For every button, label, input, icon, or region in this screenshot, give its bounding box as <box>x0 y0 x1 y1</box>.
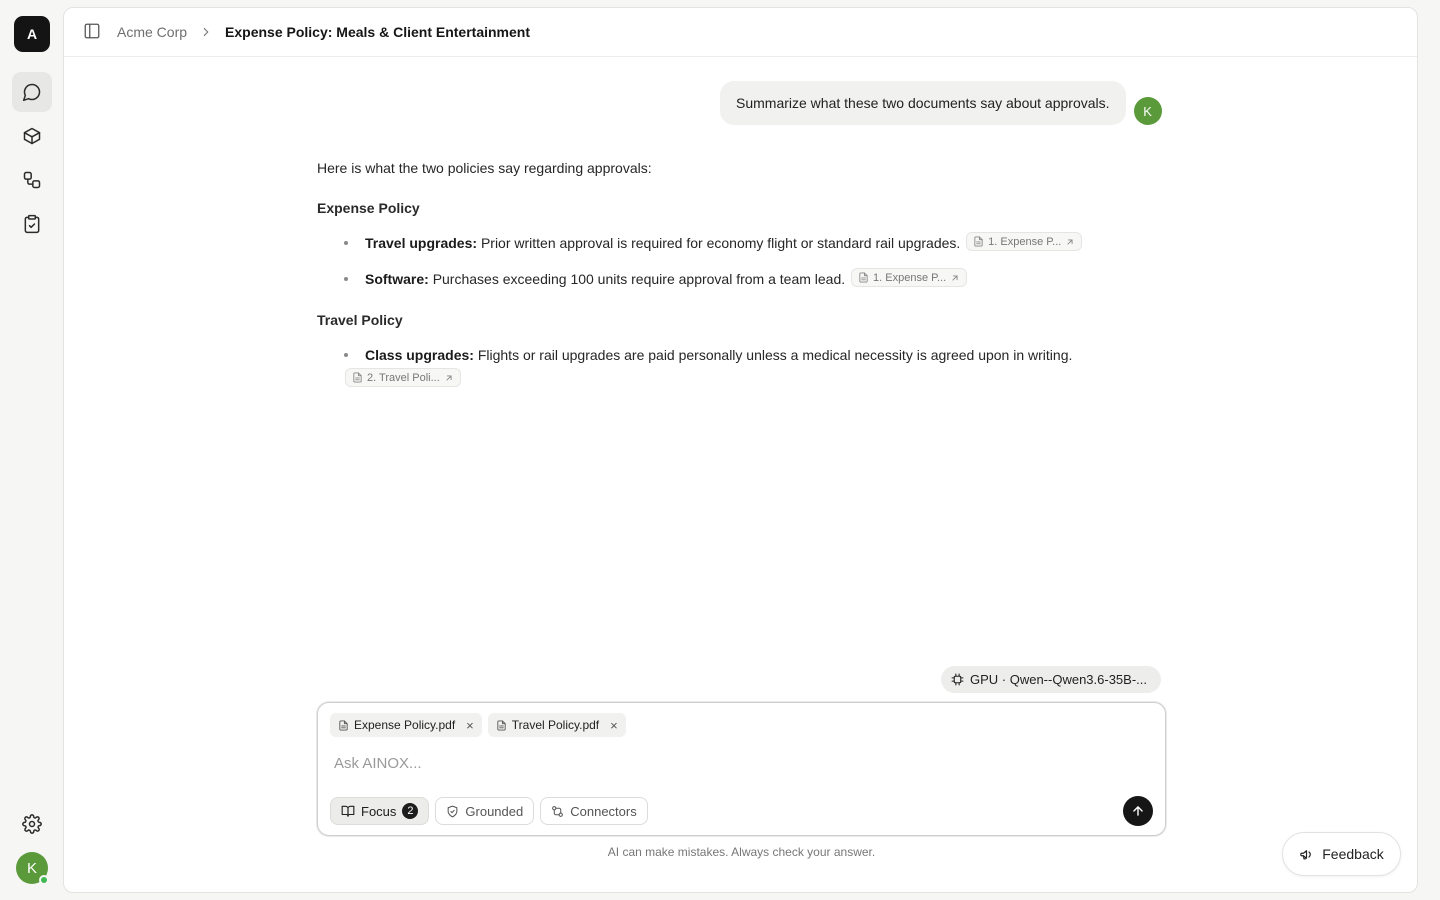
answer-section-heading: Travel Policy <box>317 312 403 328</box>
attachment-list: Expense Policy.pdf × Travel Policy.pdf × <box>330 713 626 737</box>
connectors-icon <box>551 805 564 818</box>
page-title: Expense Policy: Meals & Client Entertain… <box>225 24 531 40</box>
model-selector-chip[interactable]: GPU · Qwen--Qwen3.6-35B-... <box>941 666 1161 693</box>
arrow-up-right-icon <box>950 273 960 283</box>
shield-check-icon <box>446 805 459 818</box>
user-message-bubble: Summarize what these two documents say a… <box>720 81 1126 125</box>
item-text: Purchases exceeding 100 units require ap… <box>432 271 846 287</box>
item-label: Class upgrades: <box>365 347 474 363</box>
cube-icon <box>22 126 42 146</box>
list-item: Class upgrades: Flights or rail upgrades… <box>317 344 1177 390</box>
document-icon <box>352 372 363 383</box>
focus-button[interactable]: Focus 2 <box>330 797 430 825</box>
breadcrumb-org[interactable]: Acme Corp <box>117 24 187 40</box>
arrow-up-right-icon <box>444 373 454 383</box>
gear-icon <box>22 814 42 834</box>
citation-label: 1. Expense P... <box>988 235 1062 248</box>
megaphone-icon <box>1299 847 1314 862</box>
answer-list: Travel upgrades: Prior written approval … <box>317 232 1177 290</box>
send-button[interactable] <box>1123 796 1153 826</box>
grounded-button[interactable]: Grounded <box>435 797 535 825</box>
composer-tools: Focus 2 Grounded Connectors <box>330 797 648 825</box>
chevron-right-icon <box>199 25 213 39</box>
rail-tasks-button[interactable] <box>12 204 52 244</box>
left-rail: A K <box>0 0 64 900</box>
attachment-chip: Travel Policy.pdf × <box>487 713 626 737</box>
item-label: Software: <box>365 271 429 287</box>
remove-attachment-icon[interactable]: × <box>610 718 618 733</box>
list-item: Software: Purchases exceeding 100 units … <box>317 268 1177 290</box>
user-message-row: Summarize what these two documents say a… <box>720 81 1162 125</box>
chat-input[interactable] <box>334 751 1114 775</box>
connectors-label: Connectors <box>570 803 637 819</box>
chat-bubble-icon <box>22 82 42 102</box>
model-label: GPU · Qwen--Qwen3.6-35B-... <box>970 672 1147 687</box>
document-icon <box>338 719 349 731</box>
citation-label: 1. Expense P... <box>873 271 947 284</box>
sidebar-toggle-icon[interactable] <box>83 22 103 42</box>
list-item: Travel upgrades: Prior written approval … <box>317 232 1177 254</box>
answer-section-heading: Expense Policy <box>317 200 420 216</box>
remove-attachment-icon[interactable]: × <box>466 718 474 733</box>
document-icon <box>858 272 869 283</box>
feedback-label: Feedback <box>1322 846 1384 862</box>
rail-chat-button[interactable] <box>12 72 52 112</box>
user-avatar: K <box>1133 97 1162 125</box>
clipboard-check-icon <box>22 214 42 234</box>
document-icon <box>496 719 507 731</box>
disclaimer-text: AI can make mistakes. Always check your … <box>607 845 876 859</box>
attachment-name: Travel Policy.pdf <box>511 718 600 732</box>
connectors-button[interactable]: Connectors <box>540 797 648 825</box>
rail-models-button[interactable] <box>12 116 52 156</box>
item-text: Prior written approval is required for e… <box>480 235 961 251</box>
top-bar: Acme Corp Expense Policy: Meals & Client… <box>64 8 1417 57</box>
attachment-chip: Expense Policy.pdf × <box>330 713 482 737</box>
workflow-icon <box>22 170 42 190</box>
item-text: Flights or rail upgrades are paid person… <box>477 347 1073 363</box>
rail-workflows-button[interactable] <box>12 160 52 200</box>
arrow-up-icon <box>1131 804 1145 818</box>
book-open-icon <box>341 804 355 818</box>
settings-button[interactable] <box>12 804 52 844</box>
answer-intro: Here is what the two policies say regard… <box>317 160 652 176</box>
citation-chip[interactable]: 1. Expense P... <box>851 268 968 287</box>
item-label: Travel upgrades: <box>365 235 478 251</box>
answer-list: Class upgrades: Flights or rail upgrades… <box>317 344 1177 390</box>
citation-label: 2. Travel Poli... <box>367 371 440 384</box>
main-panel: Acme Corp Expense Policy: Meals & Client… <box>63 7 1418 893</box>
message-composer: Expense Policy.pdf × Travel Policy.pdf ×… <box>317 702 1166 836</box>
focus-label: Focus <box>361 803 397 819</box>
online-status-dot <box>39 875 49 885</box>
focus-count-badge: 2 <box>402 803 419 819</box>
citation-chip[interactable]: 1. Expense P... <box>966 232 1083 251</box>
app-logo[interactable]: A <box>14 16 50 52</box>
grounded-label: Grounded <box>465 803 524 819</box>
document-icon <box>973 236 984 247</box>
citation-chip[interactable]: 2. Travel Poli... <box>345 368 461 387</box>
breadcrumb: Acme Corp Expense Policy: Meals & Client… <box>117 24 530 40</box>
arrow-up-right-icon <box>1065 237 1075 247</box>
attachment-name: Expense Policy.pdf <box>354 718 456 732</box>
user-avatar-rail[interactable]: K <box>16 852 49 885</box>
feedback-button[interactable]: Feedback <box>1282 832 1401 876</box>
cpu-chip-icon <box>951 673 964 686</box>
assistant-answer: Here is what the two policies say regard… <box>317 158 1177 404</box>
user-initial: K <box>26 859 37 877</box>
